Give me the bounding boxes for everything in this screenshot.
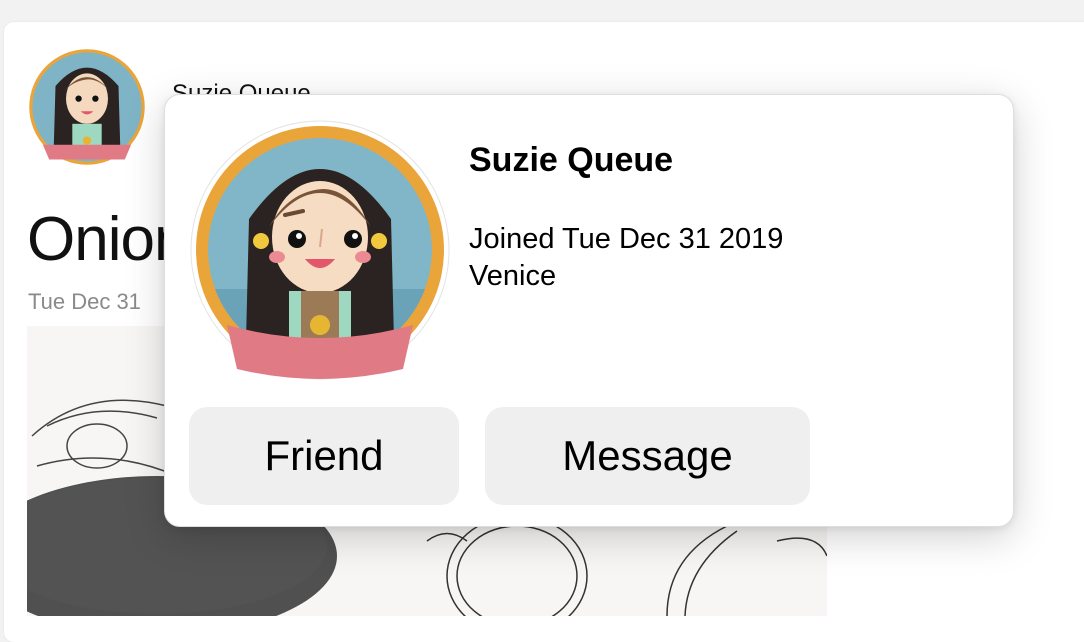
profile-location: Venice: [469, 260, 556, 293]
message-button[interactable]: Message: [485, 407, 810, 505]
profile-joined-date: Joined Tue Dec 31 2019: [469, 223, 783, 256]
profile-popup: Suzie Queue Joined Tue Dec 31 2019 Venic…: [164, 94, 1014, 527]
profile-avatar: [189, 119, 451, 381]
friend-button[interactable]: Friend: [189, 407, 459, 505]
profile-name: Suzie Queue: [469, 141, 673, 180]
